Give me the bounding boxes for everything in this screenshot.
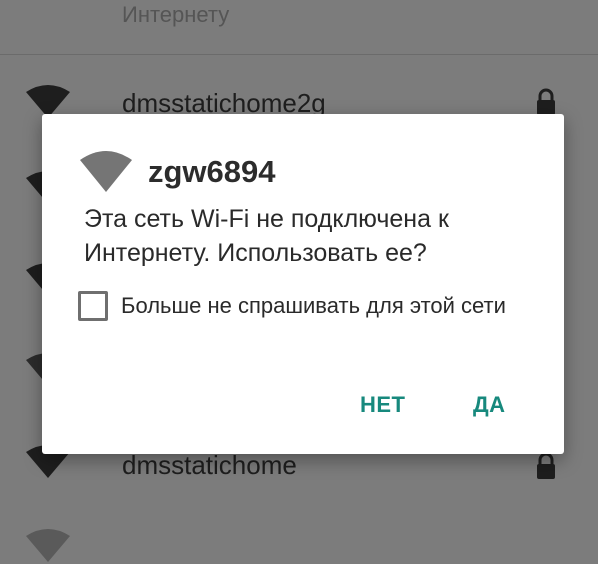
checkbox-label[interactable]: Больше не спрашивать для этой сети: [121, 293, 506, 319]
dialog-header: zgw6894: [78, 150, 276, 194]
list-divider: [0, 54, 598, 55]
lock-icon: [537, 88, 555, 115]
yes-button[interactable]: ДА: [473, 392, 506, 418]
dont-ask-again-checkbox[interactable]: [78, 291, 108, 321]
dont-ask-again-row[interactable]: Больше не спрашивать для этой сети: [78, 291, 506, 321]
dialog-message: Эта сеть Wi-Fi не подключена к Интернету…: [84, 205, 449, 267]
wifi-icon: [80, 151, 132, 192]
wifi-no-internet-dialog: zgw6894 Эта сеть Wi-Fi не подключена к И…: [42, 114, 564, 454]
network-status-text: Интернету: [122, 2, 230, 27]
wifi-signal-icon: [26, 529, 70, 562]
network-name[interactable]: dmsstatichome: [122, 450, 297, 481]
lock-icon: [537, 452, 555, 479]
no-button[interactable]: НЕТ: [360, 392, 406, 418]
dialog-title: zgw6894: [148, 154, 276, 189]
